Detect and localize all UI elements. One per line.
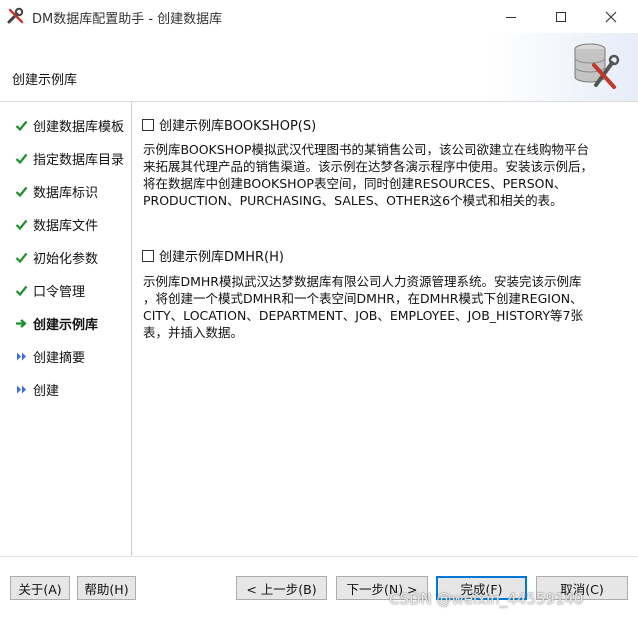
check-icon: [14, 118, 28, 132]
step-label: 数据库文件: [33, 218, 99, 234]
tools-icon: [6, 6, 26, 26]
maximize-button[interactable]: [538, 0, 584, 33]
step-label: 创建: [33, 383, 60, 399]
description-line: PRODUCTION、PURCHASING、SALES、OTHER这6个模式和相…: [143, 193, 563, 208]
dmhr-checkbox[interactable]: [142, 249, 154, 262]
database-tools-icon: [568, 39, 620, 93]
dmhr-description: 示例库DMHR模拟武汉达梦数据库有限公司人力资源管理系统。安装完该示例库 ，将创…: [143, 273, 628, 341]
close-icon: [605, 11, 617, 22]
wizard-window: DM数据库配置助手 - 创建数据库 创建示例库 创建数据库模板 指定数据库目录 …: [0, 0, 638, 620]
dmhr-option[interactable]: 创建示例库DMHR(H): [142, 246, 284, 265]
help-button[interactable]: 帮助(H): [77, 576, 136, 600]
check-icon: [14, 283, 28, 297]
about-button[interactable]: 关于(A): [10, 576, 70, 600]
step-label: 指定数据库目录: [33, 152, 125, 168]
step-summary: 创建摘要: [14, 346, 85, 366]
step-password: 口令管理: [14, 280, 85, 300]
close-button[interactable]: [588, 0, 634, 33]
bookshop-description: 示例库BOOKSHOP模拟武汉代理图书的某销售公司，该公司欲建立在线购物平台 来…: [143, 141, 628, 209]
title-bar[interactable]: DM数据库配置助手 - 创建数据库: [0, 0, 638, 33]
description-line: 示例库BOOKSHOP模拟武汉代理图书的某销售公司，该公司欲建立在线购物平台: [143, 142, 589, 157]
description-line: 表，并插入数据。: [143, 325, 244, 340]
check-icon: [14, 184, 28, 198]
maximize-icon: [556, 11, 566, 22]
double-chevron-icon: [14, 382, 28, 396]
step-init-params: 初始化参数: [14, 247, 98, 267]
main-content: 创建示例库BOOKSHOP(S) 示例库BOOKSHOP模拟武汉代理图书的某销售…: [132, 102, 638, 556]
step-db-files: 数据库文件: [14, 214, 98, 234]
step-sample-db: 创建示例库: [14, 313, 98, 333]
page-title: 创建示例库: [12, 73, 78, 88]
description-line: 将在数据库中创建BOOKSHOP表空间，同时创建RESOURCES、PERSON…: [143, 176, 567, 191]
prev-button[interactable]: < 上一步(B): [236, 576, 327, 600]
bookshop-option[interactable]: 创建示例库BOOKSHOP(S): [142, 115, 316, 134]
step-label: 初始化参数: [33, 251, 99, 267]
dmhr-label[interactable]: 创建示例库DMHR(H): [159, 246, 284, 265]
description-line: 来拓展其代理产品的销售渠道。该示例在达梦各演示程序中使用。安装该示例后，: [143, 159, 594, 174]
check-icon: [14, 217, 28, 231]
description-line: ，将创建一个模式DMHR和一个表空间DMHR，在DMHR模式下创建REGION、: [143, 291, 583, 306]
wizard-footer: 关于(A) 帮助(H) < 上一步(B) 下一步(N) > 完成(F) 取消(C…: [0, 556, 638, 620]
description-line: 示例库DMHR模拟武汉达梦数据库有限公司人力资源管理系统。安装完该示例库: [143, 274, 582, 289]
step-create: 创建: [14, 379, 59, 399]
minimize-button[interactable]: [488, 0, 534, 33]
step-label: 数据库标识: [33, 185, 99, 201]
step-label: 创建示例库: [33, 317, 99, 333]
arrow-right-icon: [14, 316, 28, 330]
check-icon: [14, 250, 28, 264]
bookshop-checkbox[interactable]: [142, 118, 154, 131]
bookshop-label[interactable]: 创建示例库BOOKSHOP(S): [159, 115, 316, 134]
window-title: DM数据库配置助手 - 创建数据库: [32, 12, 223, 27]
minimize-icon: [506, 16, 516, 18]
description-line: CITY、LOCATION、DEPARTMENT、JOB、EMPLOYEE、JO…: [143, 308, 584, 323]
step-label: 口令管理: [33, 284, 86, 300]
step-label: 创建摘要: [33, 350, 86, 366]
double-chevron-icon: [14, 349, 28, 363]
step-db-identity: 数据库标识: [14, 181, 98, 201]
watermark: CSDN @weixin_44559140: [389, 590, 584, 608]
wizard-header: 创建示例库: [0, 33, 638, 102]
step-db-directory: 指定数据库目录: [14, 148, 124, 168]
step-label: 创建数据库模板: [33, 119, 125, 135]
check-icon: [14, 151, 28, 165]
steps-sidebar: 创建数据库模板 指定数据库目录 数据库标识 数据库文件 初始化参数 口令管理 创…: [0, 102, 132, 556]
step-create-template: 创建数据库模板: [14, 115, 124, 135]
